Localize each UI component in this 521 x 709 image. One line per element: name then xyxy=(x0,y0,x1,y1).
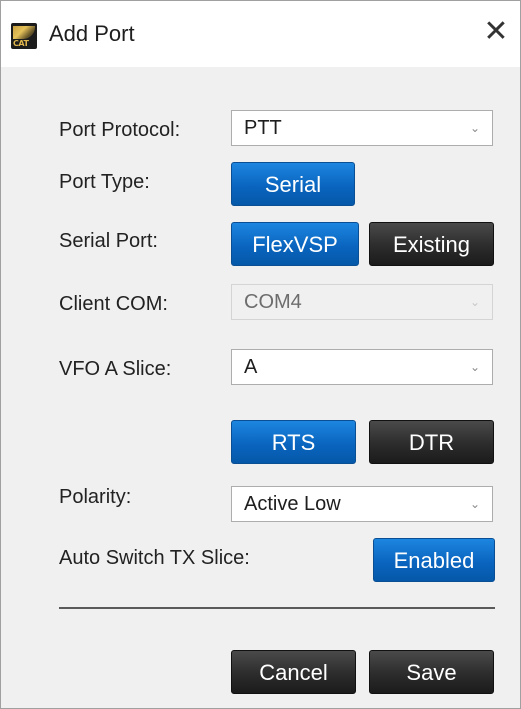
existing-button[interactable]: Existing xyxy=(369,222,494,266)
close-icon[interactable]: ✕ xyxy=(480,17,512,49)
dialog-body: Port Protocol: PTT ⌄ Port Type: Serial S… xyxy=(1,67,520,708)
dtr-button[interactable]: DTR xyxy=(369,420,494,464)
add-port-dialog: CAT Add Port ✕ Port Protocol: PTT ⌄ Port… xyxy=(0,0,521,709)
flexvsp-button[interactable]: FlexVSP xyxy=(231,222,359,266)
polarity-select[interactable]: Active Low ⌄ xyxy=(231,486,493,522)
chevron-down-icon: ⌄ xyxy=(469,497,480,511)
polarity-label: Polarity: xyxy=(59,486,132,508)
client-com-value: COM4 xyxy=(244,291,302,313)
port-protocol-value: PTT xyxy=(244,117,282,139)
cat-app-icon: CAT xyxy=(11,23,37,49)
client-com-label: Client COM: xyxy=(59,293,168,315)
vfo-a-slice-value: A xyxy=(244,356,258,378)
chevron-down-icon: ⌄ xyxy=(469,295,480,309)
port-protocol-label: Port Protocol: xyxy=(59,119,181,141)
port-protocol-select[interactable]: PTT ⌄ xyxy=(231,110,493,146)
save-button[interactable]: Save xyxy=(369,650,494,694)
vfo-a-slice-label: VFO A Slice: xyxy=(59,358,172,380)
polarity-value: Active Low xyxy=(244,493,341,515)
auto-switch-tx-slice-label: Auto Switch TX Slice: xyxy=(59,547,250,569)
port-type-serial-button[interactable]: Serial xyxy=(231,162,355,206)
window-title: Add Port xyxy=(49,21,135,46)
port-type-label: Port Type: xyxy=(59,171,150,193)
chevron-down-icon: ⌄ xyxy=(469,121,480,135)
serial-port-label: Serial Port: xyxy=(59,230,158,252)
client-com-select[interactable]: COM4 ⌄ xyxy=(231,284,493,320)
title-bar: CAT Add Port ✕ xyxy=(1,1,520,67)
auto-switch-enabled-button[interactable]: Enabled xyxy=(373,538,495,582)
rts-button[interactable]: RTS xyxy=(231,420,356,464)
vfo-a-slice-select[interactable]: A ⌄ xyxy=(231,349,493,385)
cancel-button[interactable]: Cancel xyxy=(231,650,356,694)
chevron-down-icon: ⌄ xyxy=(469,360,480,374)
footer-divider xyxy=(59,607,495,609)
